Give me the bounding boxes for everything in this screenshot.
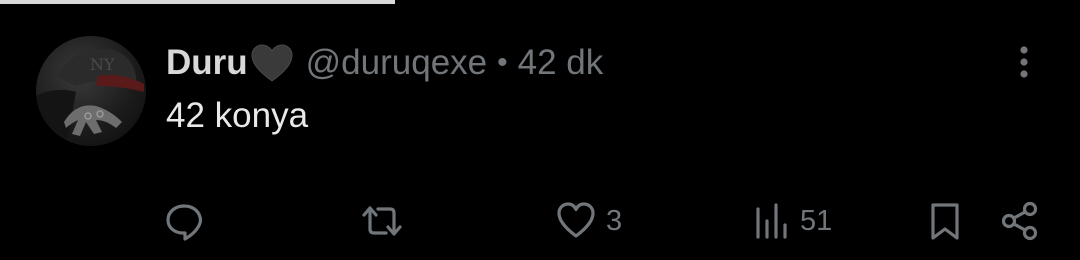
retweet-icon xyxy=(362,206,402,236)
more-icon xyxy=(1020,46,1028,78)
view-count: 51 xyxy=(800,204,833,237)
avatar[interactable]: NY xyxy=(36,36,146,146)
retweet-button[interactable] xyxy=(358,196,416,246)
views-button[interactable]: 51 xyxy=(754,196,832,246)
reply-button[interactable] xyxy=(164,196,214,246)
share-icon xyxy=(1001,201,1038,241)
reply-icon xyxy=(166,204,203,241)
heart-icon xyxy=(557,202,595,238)
tweet-actions: 3 51 xyxy=(0,196,1080,246)
like-button[interactable]: 3 xyxy=(556,196,622,246)
display-name[interactable]: Duru xyxy=(166,43,248,83)
share-button[interactable] xyxy=(1000,196,1040,246)
svg-text:NY: NY xyxy=(90,55,115,74)
avatar-image: NY xyxy=(36,49,144,146)
tweet-header: Duru @duruqexe • 42 dk xyxy=(166,40,603,86)
user-handle[interactable]: @duruqexe xyxy=(306,43,487,83)
like-count: 3 xyxy=(606,204,623,237)
more-options-button[interactable] xyxy=(1008,42,1040,82)
views-icon xyxy=(756,203,787,239)
tweet-card[interactable]: NY Duru @duruqexe • 42 dk 42 konya 3 51 xyxy=(0,0,1080,260)
tweet-text: 42 konya xyxy=(166,96,309,135)
black-heart-icon xyxy=(250,43,294,83)
timestamp[interactable]: 42 dk xyxy=(518,43,604,83)
bookmark-icon xyxy=(931,203,959,240)
bookmark-button[interactable] xyxy=(928,196,962,246)
separator-dot: • xyxy=(497,46,508,79)
